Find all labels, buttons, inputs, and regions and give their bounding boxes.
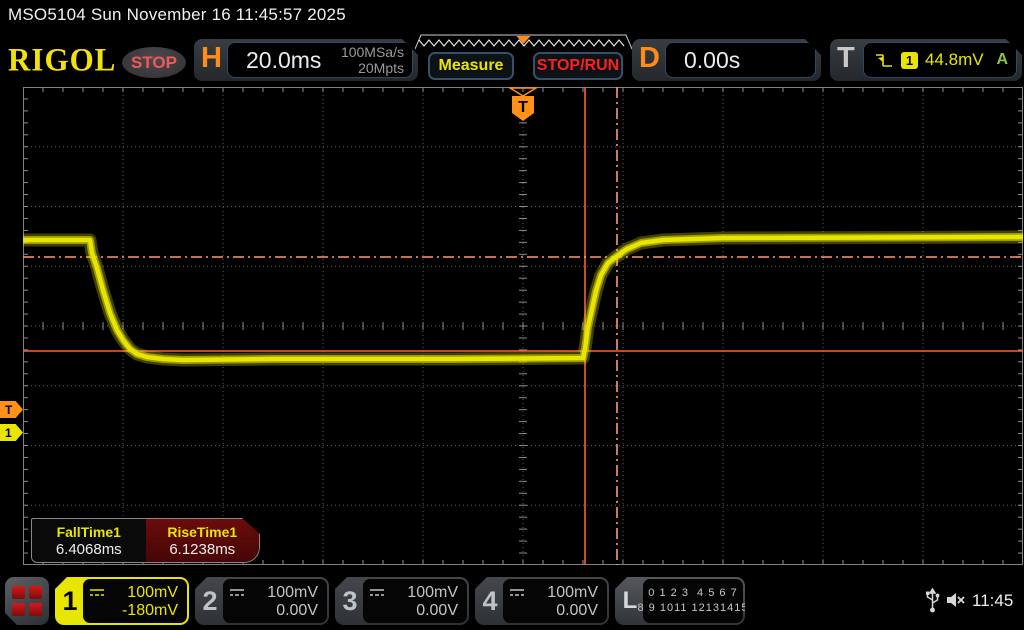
channel3-box[interactable]: 3 100mV 0.00V (335, 577, 469, 625)
measure-button-label: Measure (439, 57, 504, 75)
run-state-indicator: STOP (122, 47, 186, 78)
channel1-number: 1 (55, 577, 85, 625)
channel4-box[interactable]: 4 100mV 0.00V (475, 577, 609, 625)
stop-run-button-label: STOP/RUN (537, 57, 619, 75)
svg-text:T: T (518, 99, 528, 116)
horizontal-inner: 20.0ms 100MSa/s 20Mpts (227, 42, 413, 78)
channel1-box[interactable]: 1 100mV -180mV (55, 577, 189, 625)
channel4-scale: 100mV (547, 584, 598, 602)
memory-position-bar[interactable] (415, 33, 632, 51)
delay-value: 0.00s (684, 47, 740, 74)
falltime-value: 6.4068ms (56, 541, 122, 558)
rigol-logo: RIGOL (8, 41, 116, 79)
channel1-level-marker[interactable]: 1 (0, 424, 23, 441)
trigger-settings-box[interactable]: T 1 44.8mV A (830, 39, 1022, 81)
horizontal-tab-letter: H (201, 42, 222, 75)
falltime-label: FallTime1 (57, 524, 121, 540)
stop-run-button[interactable]: STOP/RUN (533, 52, 623, 80)
timebase-value: 20.0ms (246, 47, 321, 74)
trigger-level-marker[interactable]: T (0, 401, 23, 418)
oscilloscope-screen: MSO5104 Sun November 16 11:45:57 2025 RI… (0, 0, 1024, 630)
logic-row1: 0 1 2 3 4 5 6 7 (648, 586, 737, 601)
memory-depth: 20Mpts (341, 60, 404, 76)
dc-coupling-icon (229, 588, 245, 597)
run-state-label: STOP (131, 53, 177, 73)
speaker-muted-icon (945, 591, 967, 609)
sample-rate: 100MSa/s (341, 44, 404, 60)
channel3-number: 3 (335, 577, 365, 625)
window-title: MSO5104 Sun November 16 11:45:57 2025 (8, 5, 346, 25)
falling-edge-icon (874, 52, 894, 69)
channel2-number: 2 (195, 577, 225, 625)
delay-inner: 0.00s (665, 42, 816, 78)
dc-coupling-icon (509, 588, 525, 597)
menu-grid-button[interactable] (5, 577, 49, 625)
channel2-box[interactable]: 2 100mV 0.00V (195, 577, 329, 625)
channel1-scale: 100mV (127, 584, 178, 602)
measurement-falltime[interactable]: FallTime1 6.4068ms (32, 519, 146, 562)
dc-coupling-icon (369, 588, 385, 597)
channel4-offset: 0.00V (509, 602, 598, 619)
logic-row2: 8 9 1011 12131415 (638, 601, 749, 616)
trigger-status-auto: A (996, 51, 1008, 69)
risetime-value: 6.1238ms (169, 541, 235, 558)
risetime-label: RiseTime1 (167, 524, 237, 540)
channel1-offset: -180mV (89, 602, 178, 619)
logic-channels-box[interactable]: L 0 1 2 3 4 5 6 7 8 9 1011 12131415 (615, 577, 745, 625)
channel3-offset: 0.00V (369, 602, 458, 619)
clock: 11:45 (972, 591, 1013, 611)
sample-rate-block: 100MSa/s 20Mpts (341, 44, 404, 76)
menu-grid-icon (12, 586, 42, 616)
measurement-risetime[interactable]: RiseTime1 6.1238ms (146, 519, 260, 562)
delay-settings-box[interactable]: D 0.00s (632, 39, 821, 81)
trigger-level-value: 44.8mV (925, 50, 984, 70)
horizontal-settings-box[interactable]: H 20.0ms 100MSa/s 20Mpts (194, 39, 418, 81)
trigger-inner: 1 44.8mV A (863, 42, 1017, 78)
dc-coupling-icon (89, 588, 105, 597)
trigger-source-badge: 1 (901, 52, 918, 69)
usb-icon (925, 586, 940, 614)
delay-tab-letter: D (639, 42, 660, 75)
channel3-scale: 100mV (407, 584, 458, 602)
measure-button[interactable]: Measure (428, 52, 514, 80)
waveform-display[interactable]: T (23, 87, 1023, 565)
channel2-offset: 0.00V (229, 602, 318, 619)
channel4-number: 4 (475, 577, 505, 625)
measurement-panel: FallTime1 6.4068ms RiseTime1 6.1238ms (31, 518, 260, 563)
trigger-tab-letter: T (837, 42, 855, 75)
channel2-scale: 100mV (267, 584, 318, 602)
